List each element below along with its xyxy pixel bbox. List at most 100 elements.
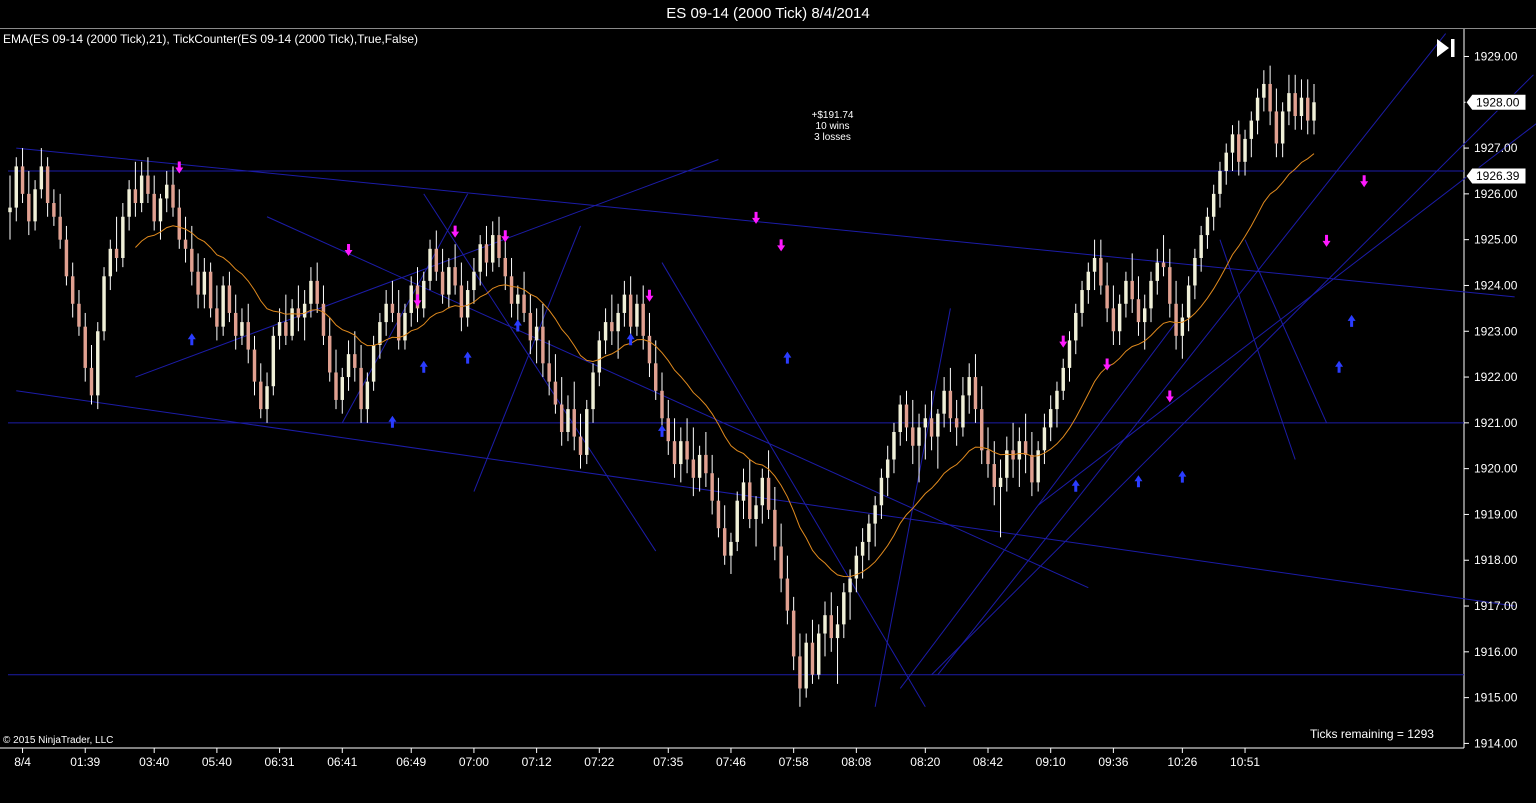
candle-body xyxy=(810,642,815,675)
candle-body xyxy=(1055,390,1059,410)
candle-body xyxy=(20,166,25,194)
candle-body xyxy=(760,477,765,506)
trendline-9 xyxy=(899,321,1177,689)
candle-body xyxy=(1130,280,1134,300)
candle-body xyxy=(948,390,953,419)
x-tick-label: 10:26 xyxy=(1167,755,1197,769)
trendline-11 xyxy=(937,33,1447,676)
candle-body xyxy=(1080,290,1084,313)
candle-body xyxy=(641,303,645,336)
candle-body xyxy=(954,418,959,428)
x-tick-label: 07:12 xyxy=(522,755,552,769)
candle-body xyxy=(1136,299,1141,323)
candle-body xyxy=(359,367,363,410)
candle-body xyxy=(14,166,18,208)
sell-arrow xyxy=(777,239,786,252)
y-tick-label: 1920.00 xyxy=(1474,462,1518,476)
sell-arrow xyxy=(344,243,353,256)
candle-body xyxy=(1143,308,1147,323)
candle-body xyxy=(1155,262,1159,281)
candle-body xyxy=(89,367,94,396)
x-tick-label: 09:10 xyxy=(1036,755,1066,769)
buy-arrow xyxy=(463,351,472,364)
candle-body xyxy=(923,418,928,428)
candle-body xyxy=(1268,83,1272,112)
candle-body xyxy=(1293,93,1297,117)
x-tick-label: 05:40 xyxy=(202,755,232,769)
candle-body xyxy=(585,409,589,455)
y-tick-label: 1914.00 xyxy=(1474,736,1518,750)
x-tick-label: 08:42 xyxy=(973,755,1003,769)
candle-body xyxy=(453,267,457,286)
buy-arrow xyxy=(419,360,428,373)
candle-body xyxy=(58,216,62,240)
candle-body xyxy=(936,413,940,437)
candle-body xyxy=(1124,280,1128,304)
candle-body xyxy=(616,312,620,332)
candle-body xyxy=(942,390,946,414)
candle-body xyxy=(848,578,852,593)
candle-body xyxy=(873,505,877,524)
candle-body xyxy=(660,390,664,419)
wins-count: 10 wins xyxy=(815,121,850,132)
candle-body xyxy=(52,203,56,217)
candle-body xyxy=(353,354,357,368)
price-chart[interactable]: 1914.00 1915.00 1916.00 1917.00 1918.00 1919.… xyxy=(0,0,1536,803)
candle-body xyxy=(346,354,351,378)
candle-body xyxy=(1061,367,1065,391)
copyright: © 2015 NinjaTrader, LLC xyxy=(3,735,114,746)
candle-body xyxy=(208,271,213,309)
candle-body xyxy=(465,290,470,318)
candle-body xyxy=(1067,340,1072,368)
candle-body xyxy=(716,500,721,529)
candle-body xyxy=(929,418,934,437)
y-tick-label: 1918.00 xyxy=(1474,553,1518,567)
candle-body xyxy=(472,271,476,291)
candle-body xyxy=(1199,235,1203,258)
candle-body xyxy=(1249,120,1254,139)
candle-body xyxy=(371,344,376,382)
skip-forward-icon xyxy=(1437,39,1455,57)
candle-body xyxy=(146,175,150,194)
candle-body xyxy=(516,294,520,304)
candle-body xyxy=(547,363,551,382)
candle-body xyxy=(165,184,169,199)
sell-arrow xyxy=(175,161,184,174)
candle-body xyxy=(365,381,370,410)
candle-body xyxy=(685,441,689,460)
candle-body xyxy=(1274,111,1279,144)
x-tick-label: 07:35 xyxy=(653,755,683,769)
sell-arrow xyxy=(1165,390,1174,403)
candle-body xyxy=(1243,138,1247,162)
candle-body xyxy=(246,322,250,350)
x-tick-label: 09:36 xyxy=(1098,755,1128,769)
y-tick-label: 1927.00 xyxy=(1474,141,1518,155)
x-tick-label: 10:51 xyxy=(1230,755,1260,769)
sell-arrow xyxy=(1059,335,1068,348)
sell-arrow xyxy=(1103,358,1112,371)
losses-count: 3 losses xyxy=(814,132,851,143)
trendline-3 xyxy=(266,216,1089,589)
candle-body xyxy=(509,276,514,304)
skip-forward-button[interactable] xyxy=(1434,37,1458,59)
pnl-value: +$191.74 xyxy=(811,110,854,121)
buy-arrow xyxy=(1347,314,1356,327)
buy-arrow xyxy=(1071,479,1080,492)
candle-body xyxy=(553,381,558,405)
candle-body xyxy=(271,335,276,387)
candle-body xyxy=(1105,285,1109,309)
y-tick-label: 1921.00 xyxy=(1474,416,1518,430)
candle-body xyxy=(478,244,482,272)
candle-body xyxy=(114,248,119,258)
candle-body xyxy=(1017,441,1022,460)
candle-body xyxy=(666,418,670,442)
candle-body xyxy=(1312,102,1316,121)
candle-body xyxy=(628,294,633,327)
candle-body xyxy=(227,285,232,313)
candle-body xyxy=(277,322,282,336)
candle-body xyxy=(302,303,307,318)
candle-body xyxy=(892,432,896,460)
candle-body xyxy=(202,271,207,295)
candle-body xyxy=(779,546,783,579)
candle-body xyxy=(967,377,971,396)
